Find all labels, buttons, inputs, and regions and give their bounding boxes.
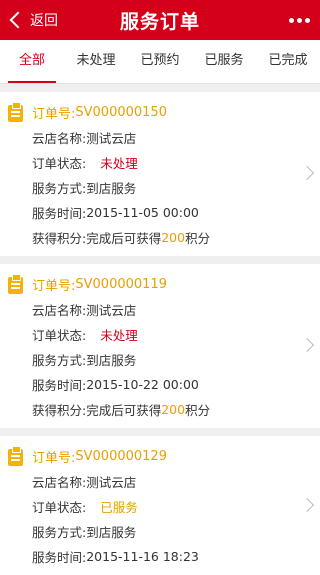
points-label: 获得积分:	[32, 231, 87, 246]
points-value: 200	[161, 230, 186, 245]
store-name: 测试云店	[86, 303, 137, 318]
service-method: 到店服务	[86, 181, 137, 196]
service-method: 到店服务	[86, 525, 137, 540]
order-document-icon	[6, 101, 26, 124]
app-header: 返回 服务订单	[0, 0, 320, 40]
back-button[interactable]: 返回	[8, 0, 58, 40]
service-time: 2015-11-05 00:00	[86, 205, 199, 220]
store-label: 云店名称:	[32, 131, 87, 146]
tab-unprocessed[interactable]: 未处理	[64, 40, 128, 83]
status-tabs: 全部 未处理 已预约 已服务 已完成	[0, 40, 320, 84]
order-list: 订单号: SV000000150 云店名称: 测试云店 订单状态: 未处理 服务方式…	[0, 84, 320, 575]
order-card[interactable]: 订单号: SV000000119 云店名称: 测试云店 订单状态: 未处理 服务方式…	[0, 264, 320, 428]
order-number-label: 订单号:	[32, 107, 76, 122]
more-menu-button[interactable]	[286, 0, 310, 40]
tab-served[interactable]: 已服务	[192, 40, 256, 83]
tab-completed[interactable]: 已完成	[256, 40, 320, 83]
method-label: 服务方式:	[32, 353, 87, 368]
order-document-icon	[6, 273, 26, 296]
points-prefix: 完成后可获得	[86, 231, 162, 246]
more-dots-icon	[289, 17, 294, 23]
chevron-left-icon	[9, 11, 27, 29]
tab-reserved[interactable]: 已预约	[128, 40, 192, 83]
points-suffix: 积分	[185, 403, 211, 418]
store-label: 云店名称:	[32, 475, 87, 490]
points-label: 获得积分:	[32, 403, 87, 418]
store-name: 测试云店	[86, 131, 137, 146]
time-label: 服务时间:	[32, 206, 87, 221]
store-name: 测试云店	[86, 475, 137, 490]
status-label: 订单状态:	[32, 500, 87, 515]
order-status: 未处理	[100, 328, 138, 343]
service-time: 2015-11-16 18:23	[86, 549, 199, 564]
order-number: SV000000119	[75, 277, 167, 292]
order-number-label: 订单号:	[32, 279, 76, 294]
status-label: 订单状态:	[32, 156, 87, 171]
points-prefix: 完成后可获得	[86, 403, 162, 418]
method-label: 服务方式:	[32, 525, 87, 540]
order-number: SV000000150	[75, 105, 167, 120]
back-label: 返回	[30, 13, 58, 29]
order-status: 已服务	[100, 500, 138, 515]
service-time: 2015-10-22 00:00	[86, 377, 199, 392]
time-label: 服务时间:	[32, 378, 87, 393]
status-label: 订单状态:	[32, 328, 87, 343]
tab-all[interactable]: 全部	[0, 40, 64, 83]
order-document-icon	[6, 445, 26, 468]
order-number-label: 订单号:	[32, 451, 76, 466]
points-suffix: 积分	[185, 231, 211, 246]
points-value: 200	[161, 402, 186, 417]
store-label: 云店名称:	[32, 303, 87, 318]
order-card[interactable]: 订单号: SV000000150 云店名称: 测试云店 订单状态: 未处理 服务方式…	[0, 92, 320, 256]
service-method: 到店服务	[86, 353, 137, 368]
time-label: 服务时间:	[32, 550, 87, 565]
method-label: 服务方式:	[32, 181, 87, 196]
order-card[interactable]: 订单号: SV000000129 云店名称: 测试云店 订单状态: 已服务 服务方式…	[0, 436, 320, 575]
order-status: 未处理	[100, 156, 138, 171]
order-number: SV000000129	[75, 449, 167, 464]
